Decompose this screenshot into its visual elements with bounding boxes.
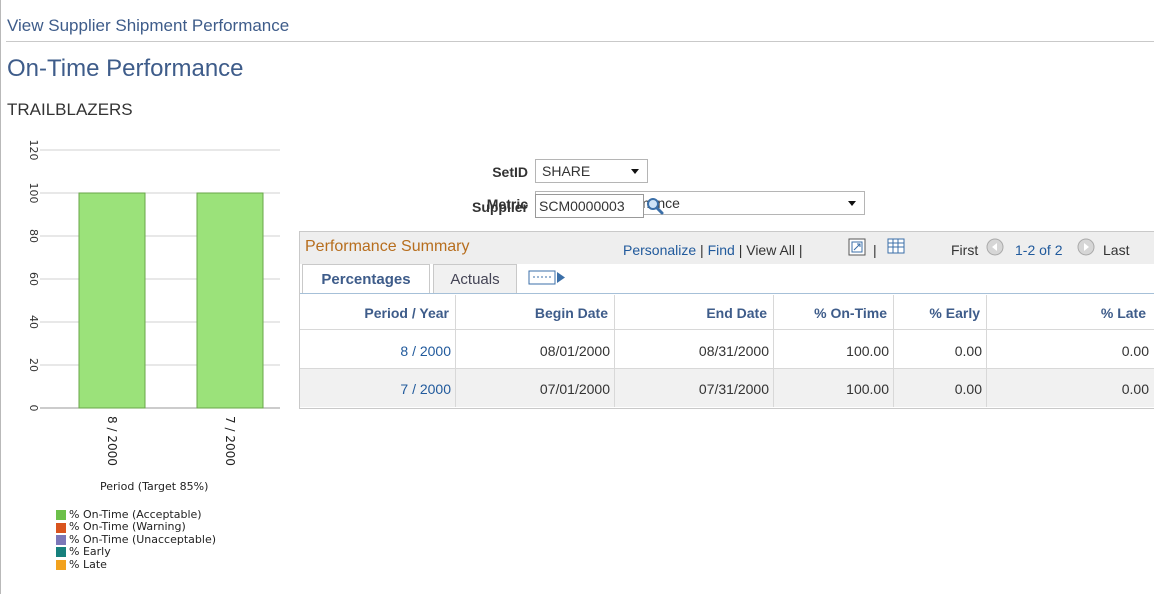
supplier-input[interactable]: SCM0000003 — [535, 194, 644, 218]
breadcrumb[interactable]: View Supplier Shipment Performance — [7, 16, 289, 36]
y-tick-label: 80 — [27, 229, 40, 243]
title-divider — [6, 41, 1154, 42]
x-tick-label: 7 / 2000 — [223, 416, 237, 466]
chart-x-axis-title: Period (Target 85%) — [100, 480, 209, 493]
col-header-end-date[interactable]: End Date — [614, 305, 767, 321]
supplier-label: Supplier — [471, 199, 528, 215]
chevron-down-icon — [631, 169, 639, 174]
begin-date: 08/01/2000 — [539, 343, 610, 359]
x-tick-label: 8 / 2000 — [105, 416, 119, 466]
legend-item: % Late — [56, 557, 216, 571]
late-pct: 0.00 — [1121, 343, 1149, 359]
legend-label: % Early — [69, 545, 111, 559]
col-header-on-time[interactable]: % On-Time — [773, 305, 887, 321]
legend-swatch — [56, 559, 66, 570]
separator: | — [873, 242, 877, 258]
end-date: 08/31/2000 — [698, 343, 769, 359]
show-all-columns-icon[interactable] — [528, 270, 568, 286]
on-time-pct: 100.00 — [846, 343, 889, 359]
tab-percentages[interactable]: Percentages — [302, 264, 430, 294]
grid-title: Performance Summary — [305, 238, 470, 255]
next-arrow-icon[interactable] — [1077, 238, 1095, 256]
legend-label: % On-Time (Warning) — [69, 520, 186, 534]
col-header-early[interactable]: % Early — [893, 305, 980, 321]
legend-swatch — [56, 535, 66, 546]
chevron-down-icon — [848, 201, 856, 206]
divider — [300, 329, 1154, 330]
tab-actuals[interactable]: Actuals — [433, 264, 517, 294]
y-tick-label: 120 — [27, 140, 40, 161]
view-all-link[interactable]: View All — [746, 242, 795, 258]
zoom-icon[interactable] — [848, 238, 866, 256]
divider — [300, 368, 1154, 369]
legend-swatch — [56, 522, 66, 533]
separator: | — [700, 242, 708, 258]
y-tick-label: 40 — [27, 315, 40, 329]
page-title: On-Time Performance — [7, 55, 244, 82]
chart-legend: % On-Time (Acceptable)% On-Time (Warning… — [56, 508, 216, 571]
supplier-name: TRAILBLAZERS — [7, 100, 133, 119]
y-tick-label: 60 — [27, 272, 40, 286]
period-link[interactable]: 8 / 2000 — [300, 343, 451, 359]
download-grid-icon[interactable] — [887, 238, 905, 254]
find-link[interactable]: Find — [708, 242, 735, 258]
legend-swatch — [56, 547, 66, 558]
on-time-pct: 100.00 — [846, 381, 889, 397]
performance-chart: 0 20 40 60 80 100 120 8 / 2000 7 / 2000 — [27, 140, 280, 466]
setid-label: SetID — [492, 164, 528, 180]
early-pct: 0.00 — [954, 381, 982, 397]
grid-nav-links: Personalize | Find | View All | — [623, 242, 803, 258]
end-date: 07/31/2000 — [698, 381, 769, 397]
chart-bar — [196, 192, 264, 409]
col-header-late[interactable]: % Late — [986, 305, 1146, 321]
prev-arrow-icon[interactable] — [986, 238, 1004, 256]
separator: | — [798, 242, 803, 258]
legend-swatch — [56, 510, 66, 521]
personalize-link[interactable]: Personalize — [623, 242, 696, 258]
chart-bar — [78, 192, 146, 409]
row-range: 1-2 of 2 — [1015, 242, 1063, 258]
y-tick-label: 100 — [27, 183, 40, 204]
late-pct: 0.00 — [1121, 381, 1149, 397]
col-header-begin-date[interactable]: Begin Date — [455, 305, 608, 321]
legend-label: % Late — [69, 557, 107, 571]
legend-item: % Early — [56, 545, 216, 559]
col-header-period[interactable]: Period / Year — [300, 305, 449, 321]
last-label: Last — [1103, 242, 1130, 258]
setid-value: SHARE — [542, 163, 591, 179]
y-tick-label: 20 — [27, 358, 40, 372]
early-pct: 0.00 — [954, 343, 982, 359]
first-label: First — [951, 242, 979, 258]
legend-item: % On-Time (Warning) — [56, 520, 216, 534]
period-link[interactable]: 7 / 2000 — [300, 381, 451, 397]
y-tick-label: 0 — [27, 405, 40, 412]
setid-select[interactable]: SHARE — [535, 159, 648, 183]
begin-date: 07/01/2000 — [539, 381, 610, 397]
magnifier-icon[interactable] — [645, 196, 665, 216]
